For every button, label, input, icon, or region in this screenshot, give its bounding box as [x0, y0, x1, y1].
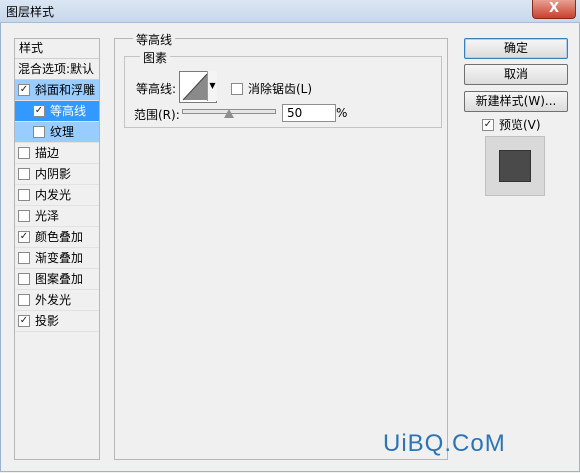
contour-group-title: 等高线	[133, 31, 176, 48]
style-item-2[interactable]: 纹理	[15, 122, 99, 143]
style-item-checkbox[interactable]	[18, 251, 30, 264]
style-item-11[interactable]: ✓ 投影	[15, 311, 99, 332]
style-item-checkbox[interactable]	[18, 209, 30, 222]
style-item-label: 渐变叠加	[35, 251, 84, 265]
antialias-checkbox[interactable]: 消除锯齿(L)	[231, 80, 312, 97]
style-item-label: 光泽	[35, 209, 60, 223]
style-item-4[interactable]: 内阴影	[15, 164, 99, 185]
style-item-6[interactable]: 光泽	[15, 206, 99, 227]
close-button[interactable]: X	[532, 0, 576, 19]
style-item-checkbox[interactable]	[33, 125, 45, 138]
watermark: UiBQ.CoM	[383, 430, 506, 457]
style-item-label: 斜面和浮雕	[35, 83, 96, 97]
style-item-label: 图案叠加	[35, 272, 84, 286]
contour-curve-icon	[182, 73, 208, 101]
range-slider-thumb[interactable]	[224, 109, 234, 118]
styles-list-header[interactable]: 样式	[15, 39, 99, 59]
style-item-checkbox[interactable]: ✓	[18, 314, 30, 327]
style-item-label: 内发光	[35, 188, 72, 202]
style-item-7[interactable]: ✓ 颜色叠加	[15, 227, 99, 248]
style-item-5[interactable]: 内发光	[15, 185, 99, 206]
window-title: 图层样式	[6, 5, 55, 19]
style-item-label: 内阴影	[35, 167, 72, 181]
ok-button[interactable]: 确定	[464, 38, 568, 59]
style-item-3[interactable]: 描边	[15, 143, 99, 164]
style-item-label: 外发光	[35, 293, 72, 307]
title-bar: 图层样式 X	[0, 0, 580, 23]
blend-options-item[interactable]: 混合选项:默认	[15, 59, 99, 80]
style-item-checkbox[interactable]	[18, 272, 30, 285]
style-item-1[interactable]: ✓ 等高线	[15, 101, 99, 122]
antialias-label: 消除锯齿(L)	[248, 82, 313, 96]
style-item-label: 描边	[35, 146, 60, 160]
antialias-check-box[interactable]	[231, 82, 243, 95]
preview-checkbox[interactable]: ✓ 预览(V)	[482, 116, 541, 133]
style-item-checkbox[interactable]	[18, 188, 30, 201]
preview-label: 预览(V)	[499, 118, 541, 132]
style-item-9[interactable]: 图案叠加	[15, 269, 99, 290]
style-item-checkbox[interactable]	[18, 167, 30, 180]
range-label: 范围(R):	[134, 108, 180, 122]
chevron-down-icon[interactable]: ▼	[207, 71, 217, 101]
style-item-label: 颜色叠加	[35, 230, 84, 244]
style-item-8[interactable]: 渐变叠加	[15, 248, 99, 269]
style-item-checkbox[interactable]: ✓	[18, 83, 30, 96]
style-item-checkbox[interactable]	[18, 293, 30, 306]
range-input[interactable]: 50	[282, 104, 336, 122]
cancel-button[interactable]: 取消	[464, 64, 568, 85]
contour-label: 等高线:	[136, 82, 177, 96]
style-item-checkbox[interactable]	[18, 146, 30, 159]
new-style-button[interactable]: 新建样式(W)...	[464, 91, 568, 112]
style-item-label: 纹理	[50, 125, 75, 139]
styles-list: 样式 混合选项:默认 ✓ 斜面和浮雕 ✓ 等高线纹理描边内阴影内发光光泽 ✓ 颜色叠加渐变…	[14, 38, 100, 460]
style-preview	[485, 136, 545, 196]
style-item-10[interactable]: 外发光	[15, 290, 99, 311]
style-item-label: 等高线	[50, 104, 87, 118]
elements-group-title: 图素	[140, 49, 171, 66]
style-item-0[interactable]: ✓ 斜面和浮雕	[15, 80, 99, 101]
range-unit: %	[336, 106, 348, 120]
style-item-checkbox[interactable]: ✓	[18, 230, 30, 243]
preview-check-box[interactable]: ✓	[482, 118, 494, 131]
style-item-checkbox[interactable]: ✓	[33, 104, 45, 117]
style-item-label: 投影	[35, 314, 60, 328]
preview-swatch	[499, 150, 531, 182]
